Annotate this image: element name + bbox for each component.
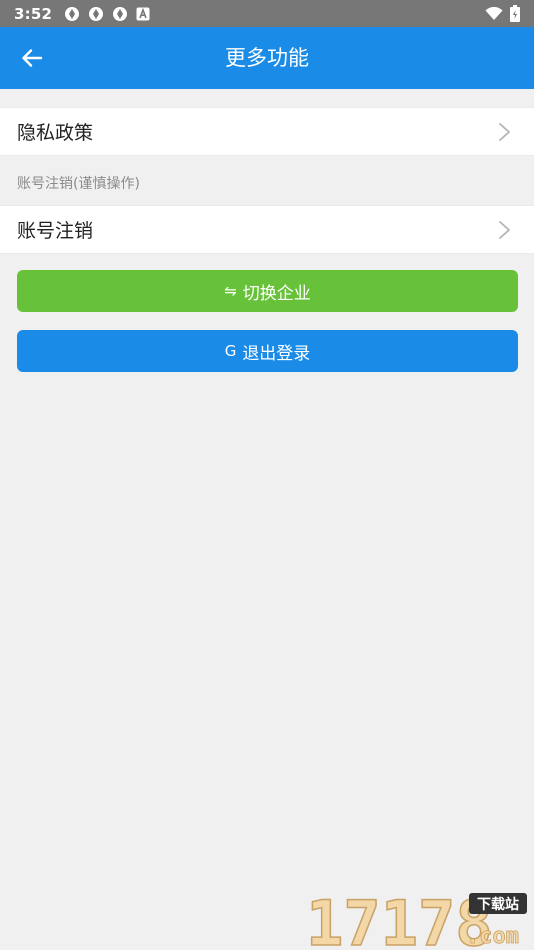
watermark-suffix: .com (466, 924, 519, 948)
page-title: 更多功能 (225, 46, 309, 70)
logout-button[interactable]: G 退出登录 (17, 330, 518, 372)
watermark-number: 17178 (306, 890, 493, 948)
status-time: 3:52 (14, 4, 53, 23)
status-right-icons (485, 0, 520, 27)
account-cancel-label: 账号注销 (17, 220, 94, 242)
notification-icons (64, 6, 150, 22)
privacy-policy-label: 隐私政策 (17, 122, 94, 144)
switch-icon: ⇋ (224, 282, 237, 300)
switch-company-button[interactable]: ⇋ 切换企业 (17, 270, 518, 312)
watermark-badge: 下载站 (477, 896, 519, 913)
logout-icon: G (224, 342, 237, 360)
privacy-policy-row[interactable]: 隐私政策 (0, 107, 534, 156)
section-header: 账号注销(谨慎操作) (17, 176, 140, 192)
status-bar: 3:52 (0, 0, 534, 27)
account-cancel-row[interactable]: 账号注销 (0, 205, 534, 254)
battery-icon (510, 5, 520, 22)
wifi-icon (485, 6, 503, 20)
site-watermark-logo: 17178 下载站 .com (306, 890, 527, 948)
a-badge-icon (136, 7, 150, 20)
chevron-right-icon (499, 221, 510, 239)
aperture-icon (89, 6, 104, 21)
aperture-icon (65, 6, 80, 21)
logout-label: 退出登录 (242, 343, 311, 364)
aperture-icon (113, 6, 128, 21)
switch-company-label: 切换企业 (242, 283, 311, 304)
chevron-right-icon (499, 123, 510, 141)
app-bar: 更多功能 (0, 27, 534, 89)
